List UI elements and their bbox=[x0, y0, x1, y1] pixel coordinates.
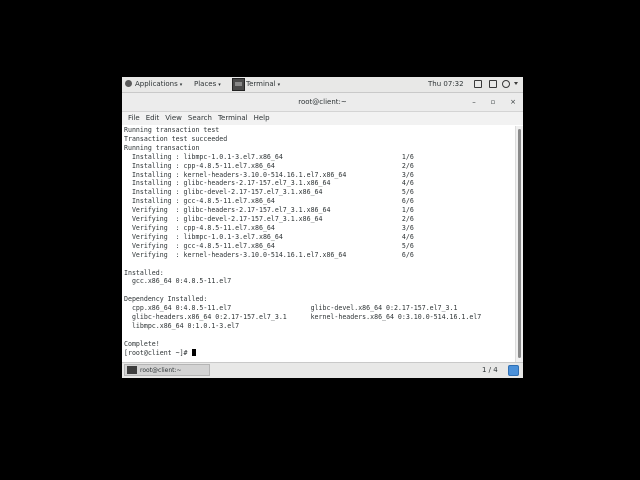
top-panel: Applications ▾ Places ▾ Terminal ▾ Thu 07:3… bbox=[122, 77, 523, 93]
terminal-line: Installing : glibc-devel-2.17-157.el7_3.… bbox=[124, 188, 414, 197]
terminal-line: glibc-headers.x86_64 0:2.17-157.el7_3.1 … bbox=[124, 313, 482, 322]
terminal-line: Verifying : libmpc-1.0.1-3.el7.x86_64 4/… bbox=[124, 232, 414, 241]
network-icon[interactable] bbox=[489, 80, 497, 88]
terminal-menubar: File Edit View Search Terminal Help bbox=[122, 112, 523, 125]
terminal-line: Verifying : glibc-headers-2.17-157.el7_3… bbox=[124, 206, 414, 215]
text-cursor bbox=[191, 348, 196, 356]
workspace-switcher-button[interactable] bbox=[508, 365, 519, 376]
maximize-button[interactable]: ▫ bbox=[486, 93, 500, 111]
menu-help[interactable]: Help bbox=[254, 112, 270, 125]
minimize-button[interactable]: – bbox=[467, 93, 481, 111]
chevron-down-icon: ▾ bbox=[179, 82, 183, 88]
menu-view[interactable]: View bbox=[165, 112, 182, 125]
menu-edit[interactable]: Edit bbox=[146, 112, 160, 125]
power-icon[interactable] bbox=[502, 80, 510, 88]
terminal-line: Complete! bbox=[124, 339, 160, 348]
terminal-app-label: Terminal bbox=[246, 80, 276, 88]
scrollbar-thumb[interactable] bbox=[518, 129, 521, 358]
terminal-line: Transaction test succeeded bbox=[124, 134, 228, 143]
workspace-indicator[interactable]: 1 / 4 bbox=[482, 363, 498, 378]
taskbar-item-terminal[interactable]: root@client:~ bbox=[124, 364, 210, 376]
applications-menu[interactable]: Applications ▾ bbox=[125, 77, 182, 92]
terminal-line: Installing : gcc-4.8.5-11.el7.x86_64 6/6 bbox=[124, 197, 414, 206]
menu-terminal[interactable]: Terminal bbox=[218, 112, 248, 125]
terminal-line: Installing : kernel-headers-3.10.0-514.1… bbox=[124, 170, 414, 179]
system-menu-arrow-icon[interactable] bbox=[514, 82, 518, 85]
places-label: Places bbox=[194, 80, 217, 88]
chevron-down-icon: ▾ bbox=[218, 82, 221, 88]
terminal-line: cpp.x86_64 0:4.8.5-11.el7 glibc-devel.x8… bbox=[124, 304, 458, 313]
terminal-line: Installing : glibc-headers-2.17-157.el7_… bbox=[124, 179, 414, 188]
terminal-scrollbar[interactable] bbox=[515, 126, 523, 362]
terminal-line: gcc.x86_64 0:4.8.5-11.el7 bbox=[124, 277, 232, 286]
terminal-line: Verifying : gcc-4.8.5-11.el7.x86_64 5/6 bbox=[124, 241, 414, 250]
terminal-app-menu[interactable]: Terminal ▾ bbox=[232, 77, 280, 92]
terminal-line: Running transaction test bbox=[124, 126, 220, 134]
terminal-line: Running transaction bbox=[124, 143, 200, 152]
terminal-line: Verifying : kernel-headers-3.10.0-514.16… bbox=[124, 250, 414, 259]
terminal-output[interactable]: Running transaction test Transaction tes… bbox=[122, 126, 515, 362]
window-list-panel: root@client:~ 1 / 4 bbox=[122, 362, 523, 378]
terminal-line: Verifying : cpp-4.8.5-11.el7.x86_64 3/6 bbox=[124, 223, 414, 232]
menu-search[interactable]: Search bbox=[188, 112, 212, 125]
terminal-line: Verifying : glibc-devel-2.17-157.el7_3.1… bbox=[124, 215, 414, 224]
desktop-screen: Applications ▾ Places ▾ Terminal ▾ Thu 07:3… bbox=[122, 77, 523, 378]
terminal-icon bbox=[232, 78, 245, 91]
terminal-line: Dependency Installed: bbox=[124, 295, 208, 304]
window-titlebar[interactable]: root@client:~ – ▫ × bbox=[122, 93, 523, 112]
terminal-line: libmpc.x86_64 0:1.0.1-3.el7 bbox=[124, 321, 240, 330]
clock[interactable]: Thu 07:32 bbox=[428, 77, 464, 92]
close-button[interactable]: × bbox=[506, 93, 520, 111]
taskbar-item-label: root@client:~ bbox=[140, 367, 182, 374]
terminal-line: Installing : libmpc-1.0.1-3.el7.x86_64 1… bbox=[124, 152, 414, 161]
menu-file[interactable]: File bbox=[128, 112, 140, 125]
terminal-icon bbox=[127, 366, 137, 374]
shell-prompt: [root@client ~]# bbox=[124, 348, 192, 357]
gnome-foot-icon bbox=[125, 80, 132, 87]
terminal-line: Installing : cpp-4.8.5-11.el7.x86_64 2/6 bbox=[124, 161, 414, 170]
window-title: root@client:~ bbox=[298, 98, 347, 106]
terminal-line: Installed: bbox=[124, 268, 164, 277]
places-menu[interactable]: Places ▾ bbox=[194, 77, 221, 92]
applications-label: Applications bbox=[135, 80, 178, 88]
chevron-down-icon: ▾ bbox=[277, 82, 281, 88]
accessibility-icon[interactable] bbox=[474, 80, 482, 88]
